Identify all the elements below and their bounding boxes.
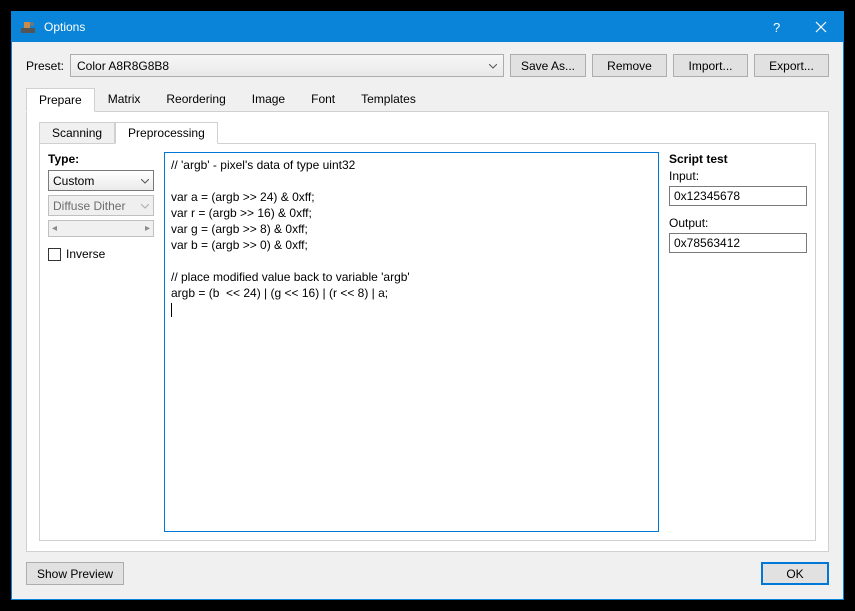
script-test-column: Script test Input: 0x12345678 Output: 0x… [669,152,807,532]
script-test-header: Script test [669,152,807,166]
tab-scanning[interactable]: Scanning [39,122,115,144]
svg-text:?: ? [773,21,780,33]
chevron-left-icon: ◂ [52,223,57,234]
dither-combo: Diffuse Dither [48,195,154,216]
preset-select[interactable]: Color A8R8G8B8 [70,54,504,77]
footer: Show Preview OK [26,562,829,585]
chevron-down-icon [489,59,497,73]
input-field[interactable]: 0x12345678 [669,186,807,206]
export-button[interactable]: Export... [754,54,829,77]
import-button[interactable]: Import... [673,54,748,77]
options-window: Options ? Preset: Color A8R8G8B8 Save As… [11,11,844,600]
type-column: Type: Custom Diffuse Dither ◂ ▸ [48,152,154,532]
checkbox-box-icon [48,248,61,261]
help-button[interactable]: ? [753,12,798,42]
chevron-down-icon [141,174,149,188]
remove-button[interactable]: Remove [592,54,667,77]
titlebar: Options ? [12,12,843,42]
output-value: 0x78563412 [674,236,740,250]
show-preview-button[interactable]: Show Preview [26,562,124,585]
save-as-button[interactable]: Save As... [510,54,586,77]
outer-tabstrip: Prepare Matrix Reordering Image Font Tem… [26,87,829,112]
chevron-down-icon [141,199,149,213]
preset-label: Preset: [26,59,64,73]
output-label: Output: [669,216,807,230]
app-icon [20,19,36,35]
inverse-label: Inverse [66,247,105,261]
ok-button[interactable]: OK [761,562,829,585]
preset-value: Color A8R8G8B8 [77,59,169,73]
window-title: Options [44,20,753,34]
client-area: Preset: Color A8R8G8B8 Save As... Remove… [12,42,843,599]
preprocessing-panel: Type: Custom Diffuse Dither ◂ ▸ [39,143,816,541]
close-button[interactable] [798,12,843,42]
output-field: 0x78563412 [669,233,807,253]
tab-preprocessing[interactable]: Preprocessing [115,122,218,144]
type-combo-value: Custom [53,174,94,188]
disabled-scrollbar: ◂ ▸ [48,220,154,237]
script-text: // 'argb' - pixel's data of type uint32 … [171,158,410,300]
type-label: Type: [48,152,154,166]
prepare-panel: Scanning Preprocessing Type: Custom Diff… [26,112,829,552]
chevron-right-icon: ▸ [145,223,150,234]
input-value: 0x12345678 [674,189,740,203]
tab-font[interactable]: Font [298,87,348,111]
tab-image[interactable]: Image [239,87,298,111]
type-combo[interactable]: Custom [48,170,154,191]
inner-tabstrip: Scanning Preprocessing [39,122,816,144]
inverse-checkbox[interactable]: Inverse [48,247,154,261]
tab-reordering[interactable]: Reordering [153,87,238,111]
input-label: Input: [669,169,807,183]
text-cursor [171,303,172,317]
script-editor[interactable]: // 'argb' - pixel's data of type uint32 … [164,152,659,532]
tab-templates[interactable]: Templates [348,87,429,111]
tab-matrix[interactable]: Matrix [95,87,154,111]
dither-combo-value: Diffuse Dither [53,199,125,213]
tab-prepare[interactable]: Prepare [26,88,95,112]
